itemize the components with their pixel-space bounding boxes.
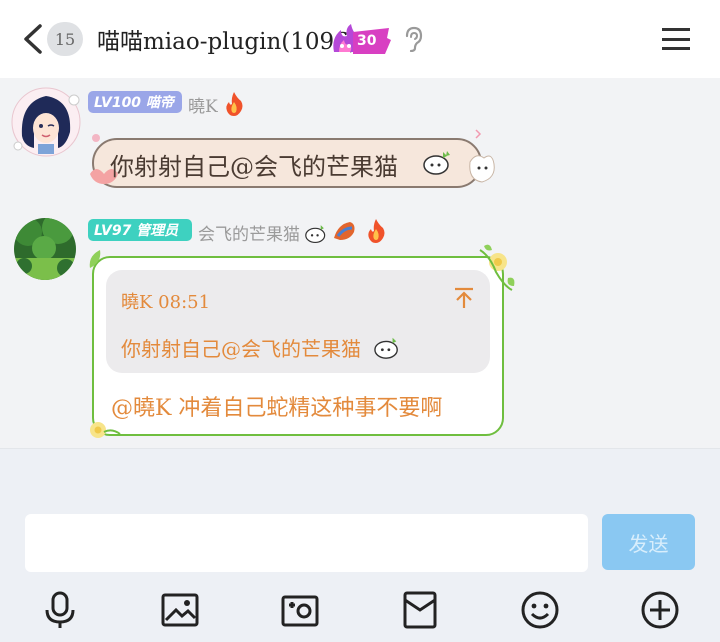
- unread-count-badge[interactable]: 15: [47, 22, 83, 56]
- quoted-text: 你射射自己@会飞的芒果猫: [121, 337, 361, 361]
- cat-emoji-icon: [423, 151, 450, 175]
- add-icon[interactable]: [640, 590, 680, 630]
- sender-name[interactable]: 会飞的芒果猫: [198, 220, 300, 245]
- forest-avatar-image: [14, 218, 76, 280]
- microphone-icon[interactable]: [40, 590, 80, 630]
- fire-icon: [368, 219, 385, 243]
- cat-emoji-icon: [305, 225, 326, 244]
- level-number: 30: [357, 33, 377, 49]
- sender-name[interactable]: 曉K: [188, 92, 218, 117]
- group-level-badge: 30: [331, 24, 391, 56]
- red-packet-icon[interactable]: [400, 590, 440, 630]
- message-input[interactable]: [25, 514, 588, 572]
- message-text: 你射射自己@会飞的芒果猫: [110, 153, 398, 181]
- chat-title[interactable]: 喵喵miao-plugin(1096): [97, 22, 358, 56]
- image-icon[interactable]: [160, 590, 200, 630]
- member-tag: LV97 管理员: [88, 219, 192, 241]
- dragon-badge-icon: [334, 222, 355, 240]
- leaf-decoration-icon: [89, 250, 101, 268]
- member-tag: LV100 喵帝: [88, 91, 182, 113]
- send-button[interactable]: 发送: [602, 514, 695, 570]
- camera-icon[interactable]: [280, 590, 320, 630]
- ear-icon[interactable]: [402, 26, 424, 52]
- fire-icon: [226, 92, 243, 116]
- chat-header: 15 喵喵miao-plugin(1096) 30: [0, 0, 720, 78]
- anime-girl-avatar-image: [11, 87, 81, 157]
- quoted-sender-time: 曉K 08:51: [121, 292, 211, 313]
- avatar[interactable]: [10, 86, 82, 158]
- cat-emoji-icon: [374, 337, 398, 359]
- avatar[interactable]: [14, 218, 76, 280]
- jump-to-message-icon[interactable]: [454, 287, 474, 309]
- back-icon[interactable]: [20, 24, 46, 54]
- message-text: @曉K 冲着自己蛇精这种事不要啊: [111, 396, 443, 421]
- menu-icon[interactable]: [662, 28, 690, 50]
- emoji-icon[interactable]: [520, 590, 560, 630]
